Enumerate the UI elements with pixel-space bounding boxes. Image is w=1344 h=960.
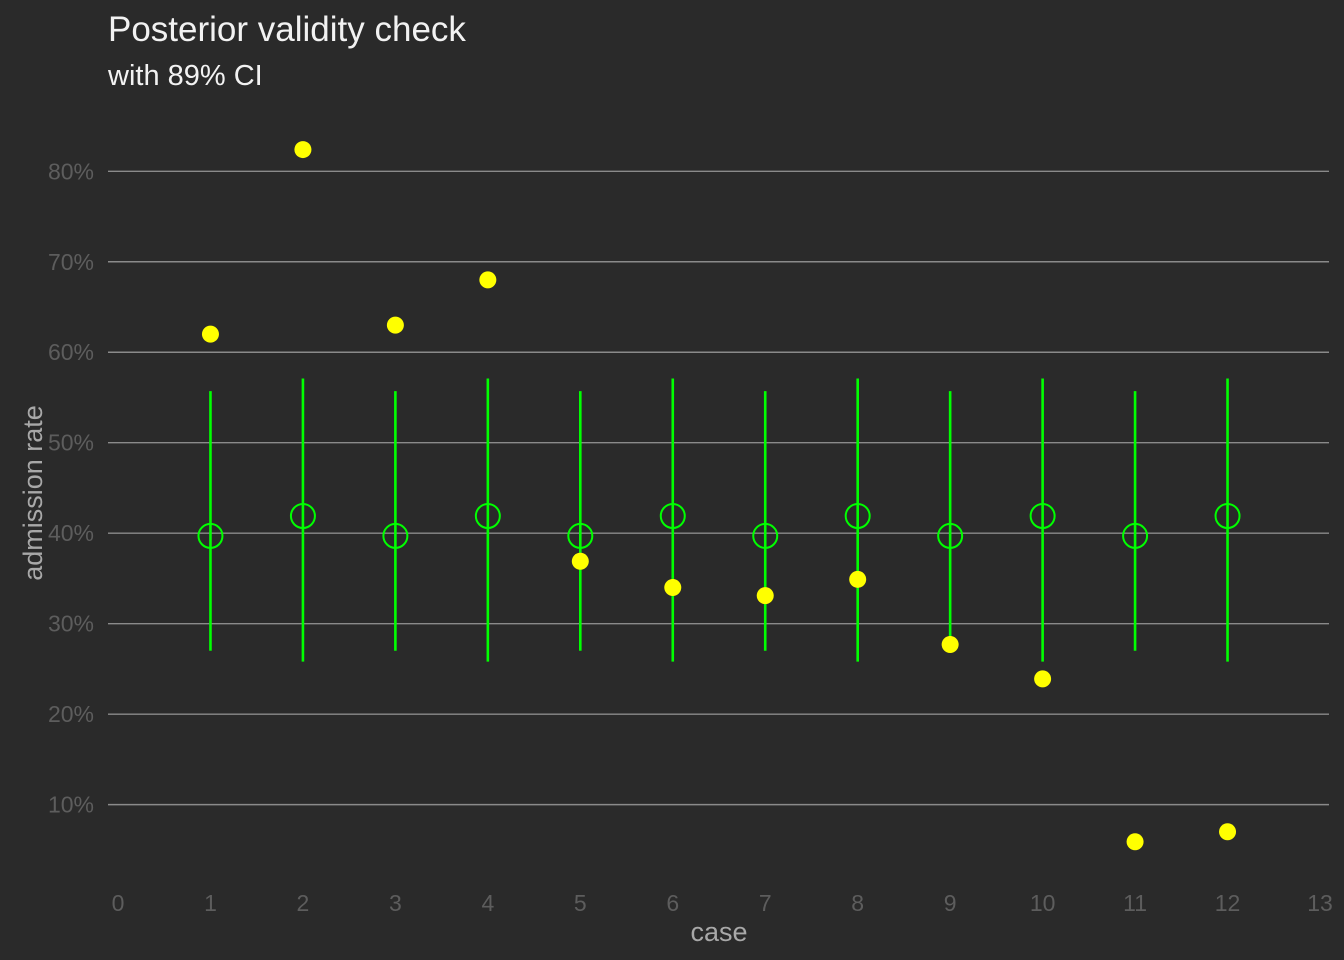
x-tick-label: 0 — [112, 890, 125, 916]
x-axis-title: case — [690, 917, 747, 947]
grid-lines — [108, 170, 1329, 806]
observed-point — [201, 325, 219, 343]
x-tick-label: 5 — [574, 890, 587, 916]
observed-point — [1126, 833, 1144, 851]
observed-point — [479, 271, 497, 289]
x-tick-label: 13 — [1307, 890, 1333, 916]
y-tick-label: 50% — [48, 430, 94, 456]
credible-intervals — [209, 378, 1229, 662]
y-tick-label: 80% — [48, 158, 94, 184]
observed-point — [941, 635, 959, 653]
observed-point — [756, 587, 774, 605]
observed-point — [294, 141, 312, 159]
x-tick-label: 6 — [666, 890, 679, 916]
y-tick-label: 30% — [48, 611, 94, 637]
x-tick-label: 3 — [389, 890, 402, 916]
y-tick-label: 20% — [48, 701, 94, 727]
x-tick-label: 9 — [944, 890, 957, 916]
y-tick-label: 60% — [48, 339, 94, 365]
y-axis-title: admission rate — [18, 405, 48, 581]
observed-point — [386, 316, 404, 334]
observed-point — [849, 570, 867, 588]
x-axis-ticks: 0 1 2 3 4 5 6 7 8 9 10 11 12 13 — [112, 890, 1333, 916]
x-tick-label: 4 — [481, 890, 494, 916]
y-tick-label: 70% — [48, 249, 94, 275]
observed-points — [201, 141, 1237, 851]
x-tick-label: 2 — [297, 890, 310, 916]
observed-point — [1034, 670, 1052, 688]
x-tick-label: 7 — [759, 890, 772, 916]
scatter-plot: 10%20%30%40%50%60%70%80% 0 1 2 3 4 5 6 7 8 9 10 11 1… — [18, 141, 1333, 947]
observed-point — [571, 552, 589, 570]
y-axis-ticks: 10% 20% 30% 40% 50% 60% 70% 80% — [48, 158, 94, 817]
x-tick-label: 11 — [1123, 890, 1147, 916]
x-tick-label: 1 — [204, 890, 217, 916]
posterior-means — [197, 503, 1241, 549]
observed-point — [1219, 823, 1237, 841]
observed-point — [664, 578, 682, 596]
x-tick-label: 12 — [1215, 890, 1241, 916]
y-tick-label: 10% — [48, 792, 94, 818]
y-tick-label: 40% — [48, 520, 94, 546]
x-tick-label: 10 — [1030, 890, 1056, 916]
x-tick-label: 8 — [851, 890, 864, 916]
